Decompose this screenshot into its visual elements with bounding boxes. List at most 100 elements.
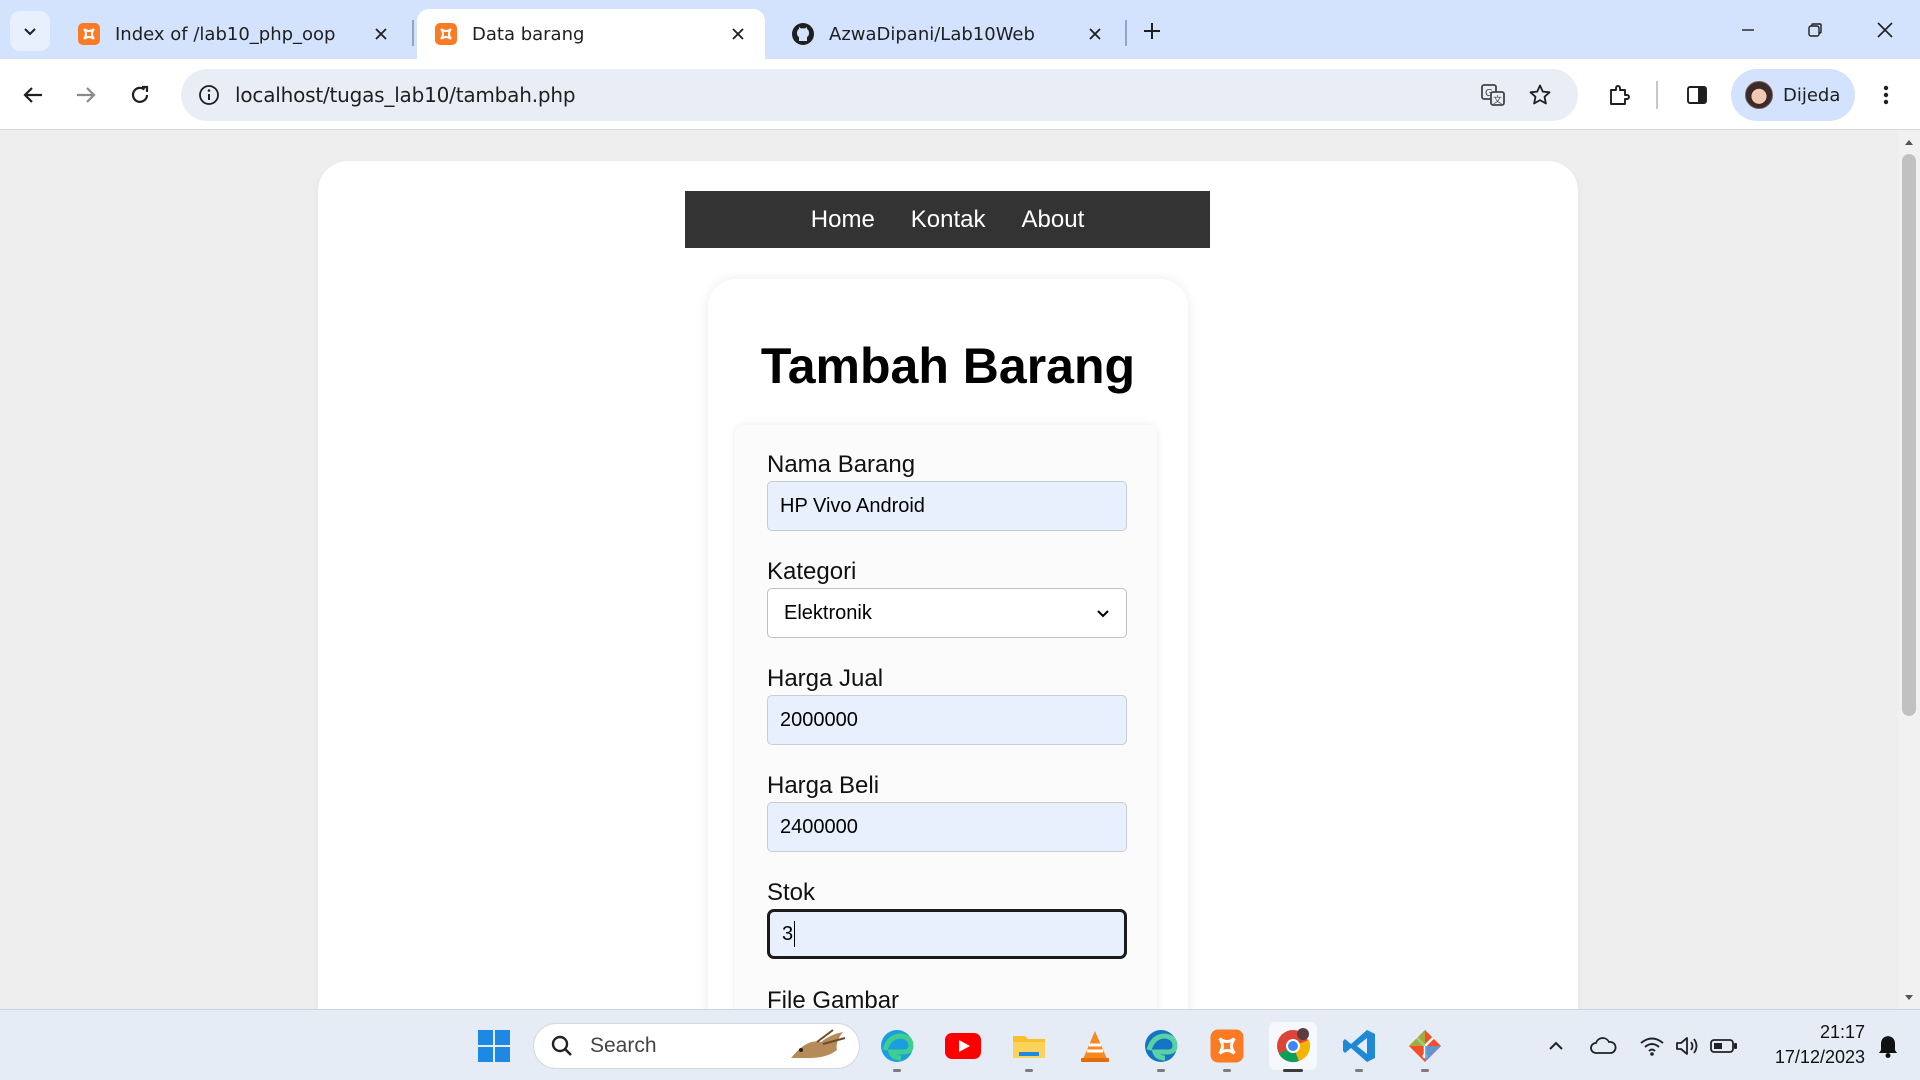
show-hidden-icons-button[interactable] bbox=[1542, 1032, 1570, 1060]
profile-name: Dijeda bbox=[1783, 84, 1841, 106]
svg-text:文: 文 bbox=[1493, 94, 1502, 106]
side-panel-icon bbox=[1687, 86, 1707, 104]
xampp-icon bbox=[435, 23, 457, 45]
cloud-icon bbox=[1590, 1037, 1617, 1054]
translate-icon[interactable]: G文 bbox=[1477, 79, 1509, 111]
chrome-icon bbox=[1277, 1028, 1311, 1063]
page-container: Home Kontak About Tambah Barang Nama Bar… bbox=[318, 161, 1578, 1009]
battery-tray[interactable] bbox=[1710, 1032, 1738, 1060]
taskbar-app-youtube[interactable] bbox=[939, 1022, 987, 1070]
nav-home-link[interactable]: Home bbox=[793, 206, 893, 234]
back-button[interactable] bbox=[13, 75, 53, 115]
github-icon bbox=[792, 23, 814, 45]
menu-button[interactable] bbox=[1866, 75, 1906, 115]
nav-about-link[interactable]: About bbox=[1004, 206, 1103, 234]
side-panel-button[interactable] bbox=[1677, 75, 1717, 115]
running-indicator bbox=[1421, 1069, 1429, 1072]
volume-tray[interactable] bbox=[1674, 1032, 1702, 1060]
start-button[interactable] bbox=[470, 1022, 518, 1070]
stok-label: Stok bbox=[767, 879, 816, 906]
page-scrollbar[interactable] bbox=[1898, 130, 1920, 1009]
kategori-value: Elektronik bbox=[784, 601, 872, 624]
edge-beta-icon bbox=[1145, 1030, 1178, 1062]
plus-icon bbox=[1144, 23, 1160, 39]
url-text[interactable]: localhost/tugas_lab10/tambah.php bbox=[235, 83, 576, 107]
harga-beli-input[interactable]: 2400000 bbox=[767, 802, 1127, 852]
taskbar-app-file-explorer[interactable] bbox=[1005, 1022, 1053, 1072]
stok-input[interactable]: 3 bbox=[767, 909, 1127, 959]
tab-title: Data barang bbox=[472, 23, 585, 45]
clock-time: 21:17 bbox=[1819, 1022, 1865, 1042]
harga-jual-value: 2000000 bbox=[780, 708, 858, 731]
extensions-button[interactable] bbox=[1599, 75, 1639, 115]
minimize-icon bbox=[1742, 29, 1754, 31]
chevron-down-icon bbox=[1097, 610, 1109, 618]
taskbar-app-git[interactable] bbox=[1401, 1022, 1449, 1072]
taskbar-app-chrome[interactable] bbox=[1269, 1022, 1317, 1072]
running-indicator bbox=[1223, 1069, 1231, 1072]
site-info-icon[interactable] bbox=[193, 79, 225, 111]
arrow-right-icon bbox=[77, 87, 96, 103]
close-icon[interactable] bbox=[725, 21, 751, 47]
edge-icon bbox=[881, 1030, 914, 1062]
taskbar-app-vlc[interactable] bbox=[1071, 1022, 1119, 1070]
arrow-left-icon bbox=[23, 87, 42, 103]
kategori-label: Kategori bbox=[767, 558, 857, 585]
taskbar-app-edge[interactable] bbox=[873, 1022, 921, 1072]
close-window-button[interactable] bbox=[1860, 10, 1910, 50]
onedrive-tray[interactable] bbox=[1589, 1032, 1617, 1060]
running-indicator bbox=[1025, 1069, 1033, 1072]
bird-icon bbox=[791, 1029, 846, 1058]
tab-index[interactable]: Index of /lab10_php_oop bbox=[60, 9, 408, 59]
speaker-icon bbox=[1676, 1037, 1698, 1055]
scroll-down-icon[interactable] bbox=[1903, 992, 1915, 1004]
close-icon[interactable] bbox=[368, 21, 394, 47]
taskbar-search-label: Search bbox=[590, 1034, 657, 1057]
taskbar-app-xampp[interactable] bbox=[1203, 1022, 1251, 1072]
system-clock[interactable]: 21:17 17/12/2023 bbox=[1755, 1020, 1865, 1070]
xampp-icon bbox=[78, 23, 100, 45]
tab-github[interactable]: AzwaDipani/Lab10Web bbox=[774, 9, 1122, 59]
nama-barang-input[interactable]: HP Vivo Android bbox=[767, 481, 1127, 531]
text-caret bbox=[794, 921, 796, 947]
profile-button[interactable]: Dijeda bbox=[1731, 69, 1855, 121]
harga-jual-label: Harga Jual bbox=[767, 665, 884, 692]
taskbar-app-edge-beta[interactable] bbox=[1137, 1022, 1185, 1072]
kategori-select[interactable]: Elektronik bbox=[767, 588, 1127, 638]
forward-button[interactable] bbox=[66, 75, 106, 115]
reload-icon bbox=[131, 85, 149, 103]
toolbar-divider bbox=[1656, 81, 1658, 109]
notifications-button[interactable] bbox=[1874, 1032, 1902, 1060]
reload-button[interactable] bbox=[120, 75, 160, 115]
page-viewport: Home Kontak About Tambah Barang Nama Bar… bbox=[0, 130, 1898, 1009]
taskbar-search[interactable]: Search bbox=[533, 1023, 860, 1069]
minimize-button[interactable] bbox=[1723, 10, 1773, 50]
nav-kontak-link[interactable]: Kontak bbox=[893, 206, 1004, 234]
chevron-up-icon bbox=[1549, 1041, 1563, 1050]
puzzle-icon bbox=[1610, 85, 1630, 105]
harga-beli-label: Harga Beli bbox=[767, 772, 880, 799]
tab-data-barang[interactable]: Data barang bbox=[417, 9, 765, 59]
taskbar-app-vscode[interactable] bbox=[1335, 1022, 1383, 1072]
form-card: Tambah Barang Nama Barang HP Vivo Androi… bbox=[708, 279, 1188, 1009]
scrollbar-thumb[interactable] bbox=[1902, 154, 1916, 716]
network-tray[interactable] bbox=[1638, 1032, 1666, 1060]
scroll-up-icon[interactable] bbox=[1903, 136, 1915, 148]
stok-value: 3 bbox=[782, 922, 794, 945]
new-tab-button[interactable] bbox=[1137, 16, 1167, 46]
windows-start-icon bbox=[478, 1030, 510, 1062]
close-icon[interactable] bbox=[1082, 21, 1108, 47]
harga-jual-input[interactable]: 2000000 bbox=[767, 695, 1127, 745]
restore-icon bbox=[1808, 23, 1822, 37]
tab-title: AzwaDipani/Lab10Web bbox=[829, 23, 1035, 45]
tab-search-button[interactable] bbox=[10, 11, 50, 51]
bookmark-star-icon[interactable] bbox=[1524, 79, 1556, 111]
tab-separator bbox=[412, 20, 414, 46]
nama-barang-value: HP Vivo Android bbox=[780, 494, 925, 517]
chevron-down-icon bbox=[24, 28, 36, 36]
top-nav: Home Kontak About bbox=[685, 191, 1210, 248]
tab-title: Index of /lab10_php_oop bbox=[115, 23, 336, 45]
address-bar[interactable]: localhost/tugas_lab10/tambah.php G文 bbox=[181, 69, 1578, 121]
restore-button[interactable] bbox=[1790, 10, 1840, 50]
battery-icon bbox=[1710, 1039, 1737, 1053]
